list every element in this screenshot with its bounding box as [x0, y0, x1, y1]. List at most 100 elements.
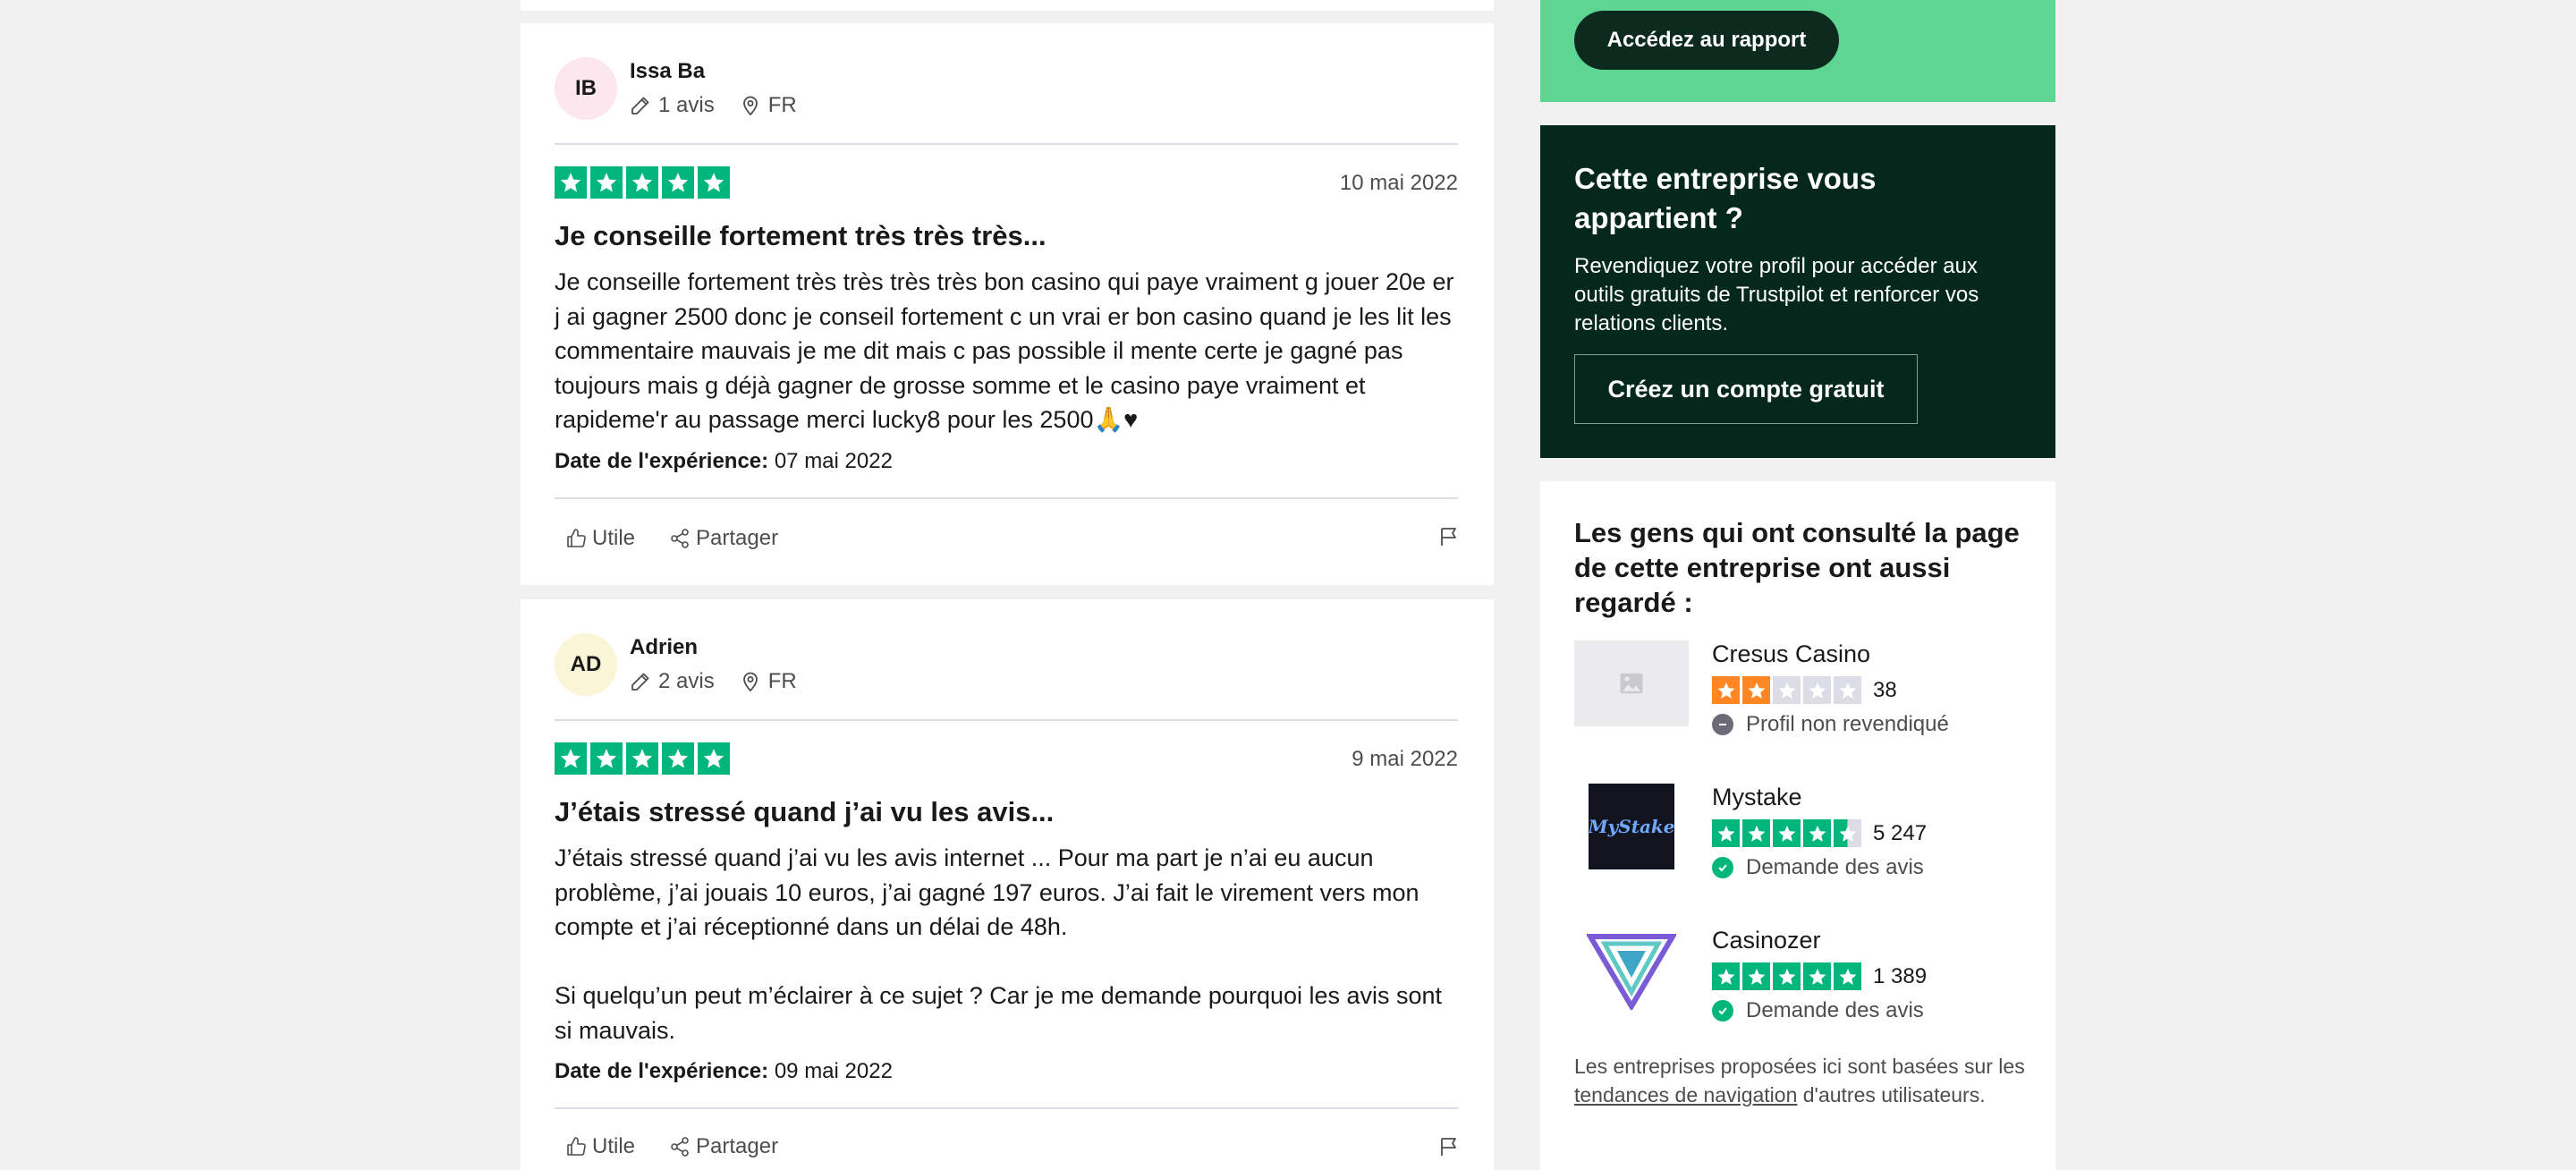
star-icon [1712, 962, 1740, 990]
country: FR [767, 93, 797, 117]
flag-icon[interactable] [1438, 526, 1460, 547]
company-item[interactable]: MyStake Mystake 5 247 Demande des avis [1574, 784, 2021, 891]
star-icon [1803, 962, 1831, 990]
company-rating: 5 247 [1712, 819, 1927, 847]
share-button[interactable]: Partager [669, 526, 778, 551]
share-icon [669, 1136, 691, 1157]
review-count: 1 avis [658, 93, 715, 117]
star-icon [1742, 962, 1770, 990]
star-icon [1834, 962, 1861, 990]
status-text: Demande des avis [1746, 855, 1924, 879]
review-text-paragraph-1: J’étais stressé quand j’ai vu les avis i… [555, 844, 1419, 940]
company-name[interactable]: Mystake [1712, 784, 1802, 811]
review-count: 1 389 [1873, 963, 1928, 988]
review-count: 2 avis [658, 669, 715, 693]
avatar[interactable]: IB [555, 57, 617, 120]
star-icon [1834, 676, 1861, 704]
star-icon [590, 166, 623, 199]
review-text-paragraph-2: Si quelqu’un peut m’éclairer à ce sujet … [555, 982, 1443, 1044]
mystake-logo: MyStake [1574, 784, 1689, 869]
star-icon [698, 166, 730, 199]
review-card: IB Issa Ba 1 avis FR 10 mai 2022 Je cons… [521, 23, 1494, 585]
mystake-logo-text: MyStake [1588, 816, 1675, 837]
navigation-trends-link[interactable]: tendances de navigation [1574, 1083, 1797, 1106]
star-icon [1712, 819, 1740, 847]
review-count: 38 [1873, 677, 1897, 702]
check-circle-icon [1712, 1000, 1733, 1022]
divider [555, 143, 1458, 145]
claim-profile-box: Cette entreprise vous appartient ? Reven… [1540, 125, 2055, 458]
create-account-button[interactable]: Créez un compte gratuit [1574, 354, 1918, 424]
star-icon [1773, 676, 1801, 704]
star-icon [662, 166, 694, 199]
star-icon [662, 742, 694, 775]
star-rating [555, 742, 730, 775]
star-rating [555, 166, 730, 199]
similar-companies: Les gens qui ont consulté la page de cet… [1540, 481, 2055, 1170]
review-title[interactable]: Je conseille fortement très très très... [555, 220, 1046, 252]
reviewer-meta: 2 avis FR [630, 669, 797, 694]
useful-button[interactable]: Utile [565, 1134, 635, 1159]
experience-value: 09 mai 2022 [774, 1059, 893, 1083]
review-actions: Utile Partager [565, 526, 812, 551]
thumbs-up-icon [565, 528, 587, 549]
reviewer-name[interactable]: Adrien [630, 635, 698, 660]
useful-button[interactable]: Utile [565, 526, 635, 551]
location-pin-icon [740, 671, 761, 692]
claim-text: Revendiquez votre profil pour accéder au… [1574, 254, 1979, 335]
star-icon [1803, 819, 1831, 847]
star-icon [1773, 962, 1801, 990]
star-icon [1742, 676, 1770, 704]
star-icon [1742, 819, 1770, 847]
experience-label: Date de l'expérience: [555, 449, 769, 473]
note-prefix: Les entreprises proposées ici sont basée… [1574, 1055, 2025, 1078]
company-name[interactable]: Cresus Casino [1712, 640, 1870, 668]
star-icon [626, 166, 658, 199]
casinozer-logo [1574, 927, 1689, 1013]
share-label: Partager [696, 526, 779, 550]
star-icon [590, 742, 623, 775]
star-icon [1773, 819, 1801, 847]
flag-icon[interactable] [1438, 1136, 1460, 1157]
pencil-icon [630, 95, 651, 116]
review-date: 10 mai 2022 [1339, 171, 1458, 195]
note-suffix: d'autres utilisateurs. [1802, 1083, 1986, 1106]
country: FR [767, 669, 797, 693]
star-icon [698, 742, 730, 775]
share-icon [669, 528, 691, 549]
star-icon [626, 742, 658, 775]
share-button[interactable]: Partager [669, 1134, 778, 1159]
minus-circle-icon [1712, 714, 1733, 735]
reviewer-name[interactable]: Issa Ba [630, 59, 705, 84]
status-text: Demande des avis [1746, 998, 1924, 1022]
pencil-icon [630, 671, 651, 692]
check-circle-icon [1712, 857, 1733, 878]
report-button[interactable]: Accédez au rapport [1574, 11, 1839, 70]
avatar[interactable]: AD [555, 633, 617, 696]
review-title[interactable]: J’étais stressé quand j’ai vu les avis..… [555, 796, 1054, 828]
experience-label: Date de l'expérience: [555, 1059, 769, 1083]
star-icon [1803, 676, 1831, 704]
useful-label: Utile [592, 1134, 636, 1158]
experience-date: Date de l'expérience: 09 mai 2022 [555, 1059, 893, 1084]
company-status: Profil non revendiqué [1712, 712, 1949, 737]
review-card-partial [521, 0, 1494, 11]
review-text: Je conseille fortement très très très tr… [555, 268, 1454, 433]
location-pin-icon [740, 95, 761, 116]
review-card: AD Adrien 2 avis FR 9 mai 2022 J’étais s… [521, 599, 1494, 1170]
divider [555, 1107, 1458, 1109]
company-name[interactable]: Casinozer [1712, 927, 1821, 954]
company-item[interactable]: Casinozer 1 389 Demande des avis [1574, 927, 2021, 1034]
experience-date: Date de l'expérience: 07 mai 2022 [555, 449, 893, 474]
useful-label: Utile [592, 526, 636, 550]
company-rating: 38 [1712, 676, 1897, 704]
star-icon [555, 166, 587, 199]
review-actions: Utile Partager [565, 1134, 812, 1159]
star-icon [1712, 676, 1740, 704]
company-item[interactable]: Cresus Casino 38 Profil non revendiqué [1574, 640, 2021, 748]
similar-title: Les gens qui ont consulté la page de cet… [1574, 517, 2020, 618]
status-text: Profil non revendiqué [1746, 712, 1949, 736]
star-icon [555, 742, 587, 775]
reviewer-meta: 1 avis FR [630, 93, 797, 118]
company-status: Demande des avis [1712, 855, 1924, 880]
